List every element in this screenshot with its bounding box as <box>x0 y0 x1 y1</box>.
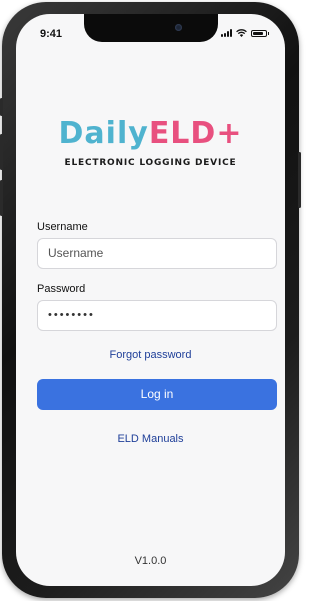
wifi-icon <box>236 29 247 37</box>
camera-icon <box>175 24 182 31</box>
logo-title: DailyELD+ <box>16 118 285 150</box>
status-time: 9:41 <box>40 28 63 40</box>
password-input[interactable]: •••••••• <box>37 300 277 331</box>
app-version: V1.0.0 <box>134 555 167 567</box>
power-button <box>298 152 301 208</box>
volume-down-button <box>0 180 3 216</box>
phone-frame: 9:41 DailyELD+ ELECTRONIC LOGGING DEVICE… <box>0 2 301 598</box>
eld-manuals-link[interactable]: ELD Manuals <box>16 433 285 445</box>
login-button[interactable]: Log in <box>37 379 277 410</box>
logo-title-eld: ELD+ <box>148 116 243 151</box>
password-label: Password <box>37 283 86 295</box>
signal-icon <box>221 29 232 37</box>
notch <box>84 14 218 42</box>
phone-screen: 9:41 DailyELD+ ELECTRONIC LOGGING DEVICE… <box>16 14 285 586</box>
status-icons <box>221 29 269 37</box>
mute-switch <box>0 98 3 116</box>
battery-icon <box>251 29 269 37</box>
forgot-password-link[interactable]: Forgot password <box>16 349 285 361</box>
app-logo: DailyELD+ ELECTRONIC LOGGING DEVICE <box>16 118 285 169</box>
volume-up-button <box>0 134 3 170</box>
logo-subtitle: ELECTRONIC LOGGING DEVICE <box>64 158 237 168</box>
username-input[interactable]: Username <box>37 238 277 269</box>
username-label: Username <box>37 221 88 233</box>
logo-title-daily: Daily <box>58 116 149 151</box>
